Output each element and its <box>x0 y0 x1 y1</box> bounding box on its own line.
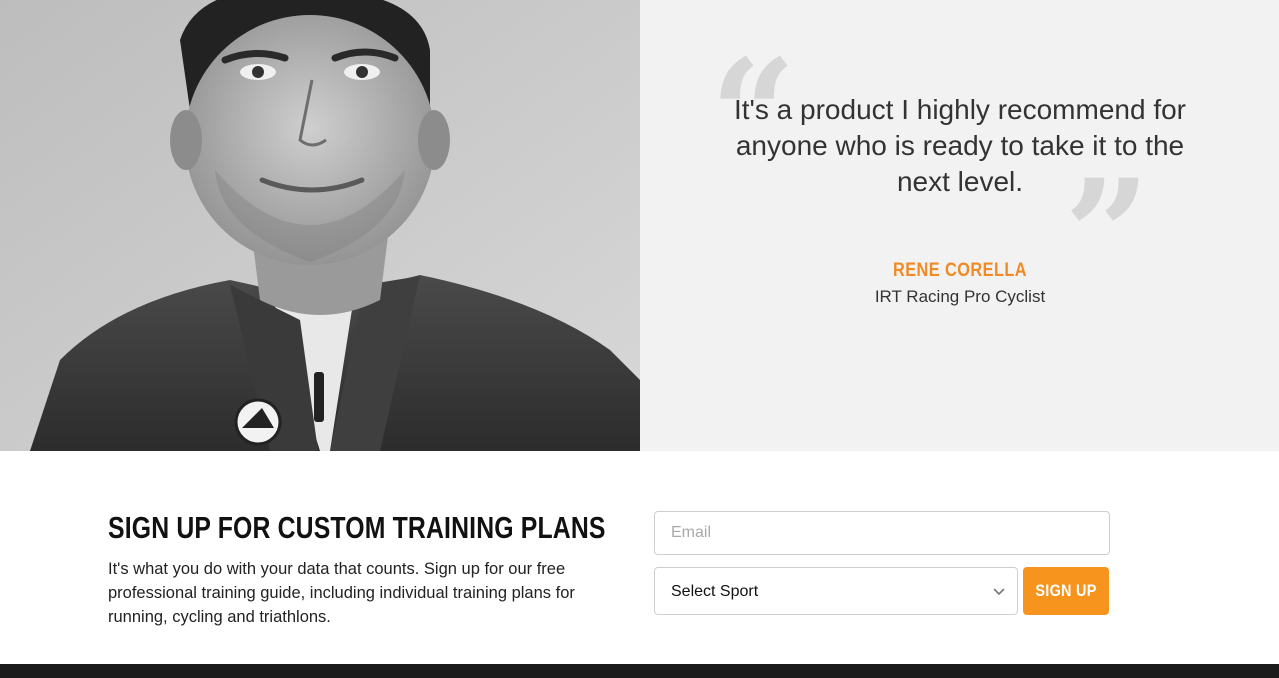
testimonial-quote-area: “ ” It's a product I highly recommend fo… <box>640 0 1279 451</box>
portrait-illustration <box>0 0 640 451</box>
signup-description: It's what you do with your data that cou… <box>108 560 575 626</box>
sport-select-value: Select Sport <box>671 583 759 600</box>
chevron-down-icon <box>993 588 1005 596</box>
testimonial-section: “ ” It's a product I highly recommend fo… <box>0 0 1279 451</box>
testimonial-author-name: RENE CORELLA <box>892 260 1028 281</box>
sport-select[interactable]: Select Sport <box>654 567 1018 615</box>
cyclist-portrait-photo <box>0 0 640 451</box>
testimonial-quote: It's a product I highly recommend for an… <box>734 94 1186 197</box>
email-field[interactable] <box>654 511 1110 555</box>
signup-heading: SIGN UP FOR CUSTOM TRAINING PLANS <box>108 510 606 545</box>
footer-bar <box>0 664 1279 678</box>
signup-section: SIGN UP FOR CUSTOM TRAINING PLANS It's w… <box>0 451 1279 664</box>
testimonial-author-title: IRT Racing Pro Cyclist <box>874 287 1046 306</box>
sign-up-button[interactable]: SIGN UP <box>1023 567 1109 615</box>
sign-up-button-label: SIGN UP <box>1035 581 1097 600</box>
